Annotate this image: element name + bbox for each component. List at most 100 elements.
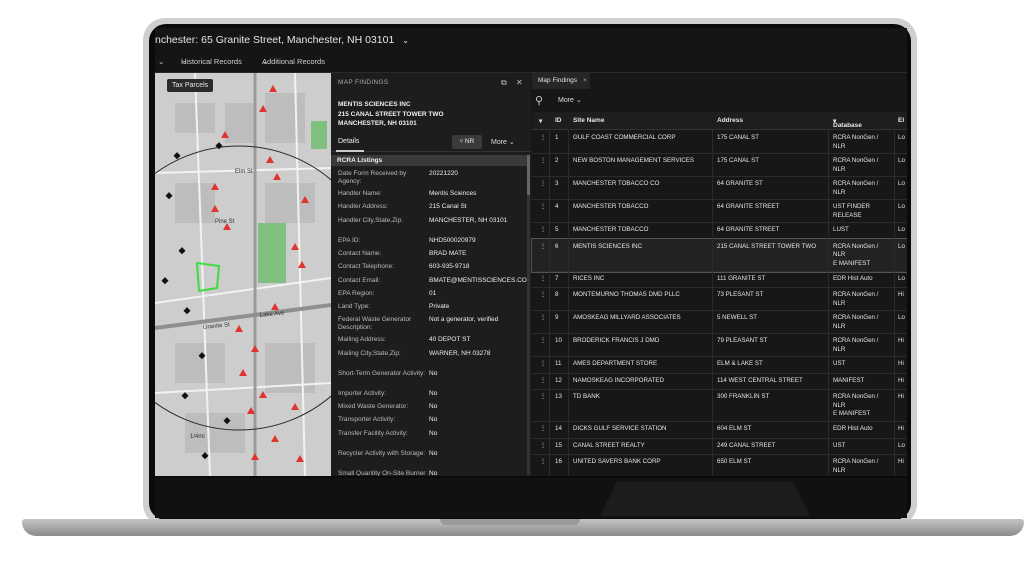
table-row[interactable]: ⋮ 13 TD BANK 300 FRANKLIN ST Hi RCRA NonGen /… [532, 389, 907, 422]
cell-id: 7 [555, 274, 559, 282]
app-header: nchester: 65 Granite Street, Manchester,… [155, 28, 907, 52]
database-line: NLR [833, 466, 846, 474]
field-label: Mailing Address: [338, 336, 386, 344]
cell-address: 175 CANAL ST [717, 134, 760, 141]
row-menu-icon[interactable]: ⋮ [540, 393, 546, 402]
database-line: RCRA NonGen / [833, 314, 879, 321]
additional-records-label: Additional Records [262, 57, 325, 66]
cell-database: RCRA NonGen / NLR [833, 157, 878, 174]
field-label: Mixed Waste Generator: [338, 403, 409, 410]
field-label: Handler Name: [338, 190, 382, 197]
table-row[interactable]: ⋮ 8 MONTEMURNO THOMAS DMD PLLC 73 PLESANT S… [532, 287, 907, 311]
column-extra[interactable]: El [898, 117, 904, 124]
cell-id: 15 [555, 441, 562, 449]
more-menu[interactable]: More ⌄ [558, 96, 582, 104]
field-label: Transporter Activity: [338, 416, 396, 424]
row-menu-icon[interactable]: ⋮ [540, 337, 546, 346]
location-title[interactable]: nchester: 65 Granite Street, Manchester,… [155, 28, 409, 53]
laptop-base-notch [440, 519, 580, 525]
cell-extra: Lo [898, 180, 905, 187]
tab-map-findings[interactable]: Map Findings × [532, 73, 590, 89]
row-menu-icon[interactable]: ⋮ [540, 291, 546, 300]
database-line: RCRA NonGen / [833, 134, 879, 141]
svg-text:Elm St: Elm St [235, 169, 253, 175]
row-menu-icon[interactable]: ⋮ [540, 180, 546, 189]
site-city: MANCHESTER, NH 03101 [338, 120, 417, 127]
row-menu-icon[interactable]: ⋮ [540, 134, 546, 143]
chevron-down-icon[interactable]: ⌄ [402, 36, 409, 45]
row-menu-icon[interactable]: ⋮ [540, 243, 546, 252]
column-id[interactable]: ID [555, 117, 562, 124]
more-menu[interactable]: More ⌄ [491, 138, 515, 146]
panel-scrollbar[interactable] [527, 155, 530, 475]
table-row[interactable]: ⋮ 5 MANCHESTER TOBACCO 64 GRANITE STREET Lo L… [532, 222, 907, 240]
table-row[interactable]: ⋮ 3 MANCHESTER TOBACCO CO 64 GRANITE ST Lo RC… [532, 176, 907, 200]
table-row[interactable]: ⋮ 11 AMES DEPARTMENT STORE ELM & LAKE ST Hi U… [532, 356, 907, 374]
scrollbar-thumb[interactable] [527, 155, 530, 195]
filter-nr-button[interactable]: ▿ NR [452, 135, 482, 149]
row-menu-icon[interactable]: ⋮ [540, 425, 546, 434]
cell-extra: Lo [898, 226, 905, 233]
cell-site-name: MENTIS SCIENCES INC [573, 242, 643, 250]
row-menu-icon[interactable]: ⋮ [540, 377, 546, 386]
database-line: NLR [833, 165, 846, 173]
site-name: MENTIS SCIENCES INC [338, 101, 411, 108]
column-database[interactable]: Database ▾ [833, 117, 862, 129]
field-label: Federal Waste Generator Description: [338, 316, 412, 332]
row-menu-icon[interactable]: ⋮ [540, 275, 546, 284]
column-site-name[interactable]: Site Name [573, 117, 604, 124]
cell-id: 8 [555, 291, 559, 298]
table-row[interactable]: ⋮ 6 MENTIS SCIENCES INC 215 CANAL STREET TO… [531, 237, 907, 273]
row-menu-icon[interactable]: ⋮ [540, 203, 546, 212]
row-menu-icon[interactable]: ⋮ [540, 157, 546, 166]
sort-icon[interactable]: ▾ [539, 117, 542, 125]
cell-extra: Hi [898, 360, 904, 367]
external-link-icon[interactable]: ⧉ [501, 78, 507, 88]
chevron-down-icon[interactable]: ⌄ [158, 52, 164, 72]
cell-extra: Lo [898, 157, 905, 164]
table-row[interactable]: ⋮ 12 NAMOSKEAG INCORPORATED 114 WEST CENTRA… [532, 373, 907, 390]
sub-navigation: ⌄ Historical Records ⌄ Additional Record… [155, 52, 907, 73]
tab-details[interactable]: Details [335, 138, 365, 152]
cell-site-name: MANCHESTER TOBACCO [573, 203, 649, 210]
cell-site-name: TD BANK [573, 393, 600, 400]
cell-database: RCRA NonGen / NLR [833, 337, 878, 354]
row-menu-icon[interactable]: ⋮ [540, 442, 546, 451]
database-line: RCRA NonGen / [833, 393, 879, 400]
tax-parcels-button[interactable]: Tax Parcels [167, 79, 214, 92]
map-canvas[interactable]: Granite St Lake Ave Elm St Pine St 1/4mi [155, 73, 331, 476]
cell-id: 13 [555, 393, 562, 400]
field-value: No [429, 389, 438, 397]
field-label: EPA Region: [338, 289, 375, 297]
table-row[interactable]: ⋮ 9 AMOSKEAG MILLYARD ASSOCIATES 5 NEWELL S… [532, 310, 907, 334]
table-row[interactable]: ⋮ 16 UNITED SAVERS BANK CORP 650 ELM ST Hi RC… [532, 454, 907, 476]
cell-address: 300 FRANKLIN ST [717, 393, 770, 400]
table-row[interactable]: ⋮ 14 DICKS GULF SERVICE STATION 604 ELM ST H… [532, 421, 907, 439]
table-row[interactable]: ⋮ 2 NEW BOSTON MANAGEMENT SERVICES 175 CANA… [532, 153, 907, 177]
cell-site-name: NEW BOSTON MANAGEMENT SERVICES [573, 157, 695, 164]
field-label: Contact Telephone: [338, 263, 394, 271]
close-icon[interactable]: × [583, 77, 587, 84]
table-row[interactable]: ⋮ 1 GULF COAST COMMERCIAL CORP 175 CANAL ST… [532, 130, 907, 154]
search-icon[interactable]: ⚲ [535, 94, 543, 107]
panel-title: MAP FINDINGS [338, 79, 389, 86]
location-title-text: nchester: 65 Granite Street, Manchester,… [155, 34, 395, 46]
table-row[interactable]: ⋮ 4 MANCHESTER TOBACCO 64 GRANITE STREET Lo U… [532, 199, 907, 223]
field-value: No [429, 403, 438, 410]
table-row[interactable]: ⋮ 10 BRODERICK FRANCIS J DMD 79 PLEASANT ST… [532, 333, 907, 357]
database-line: UST [833, 441, 846, 449]
row-menu-icon[interactable]: ⋮ [540, 226, 546, 235]
close-icon[interactable]: ✕ [516, 78, 523, 87]
row-menu-icon[interactable]: ⋮ [540, 314, 546, 323]
row-menu-icon[interactable]: ⋮ [540, 360, 546, 369]
cell-extra: Hi [898, 376, 904, 384]
map-view[interactable]: Granite St Lake Ave Elm St Pine St 1/4mi… [155, 73, 331, 476]
cell-site-name: GULF COAST COMMERCIAL CORP [573, 134, 676, 141]
field-value: 20221220 [429, 170, 458, 177]
database-line: RCRA NonGen / [833, 242, 879, 250]
row-menu-icon[interactable]: ⋮ [540, 458, 546, 467]
table-row[interactable]: ⋮ 15 CANAL STREET REALTY 249 CANAL STREET Lo… [532, 438, 907, 455]
table-row[interactable]: ⋮ 7 RICES INC 111 GRANITE ST Lo EDR Hist Auto [532, 271, 907, 288]
column-address[interactable]: Address [717, 117, 743, 124]
column-divider [568, 129, 569, 476]
